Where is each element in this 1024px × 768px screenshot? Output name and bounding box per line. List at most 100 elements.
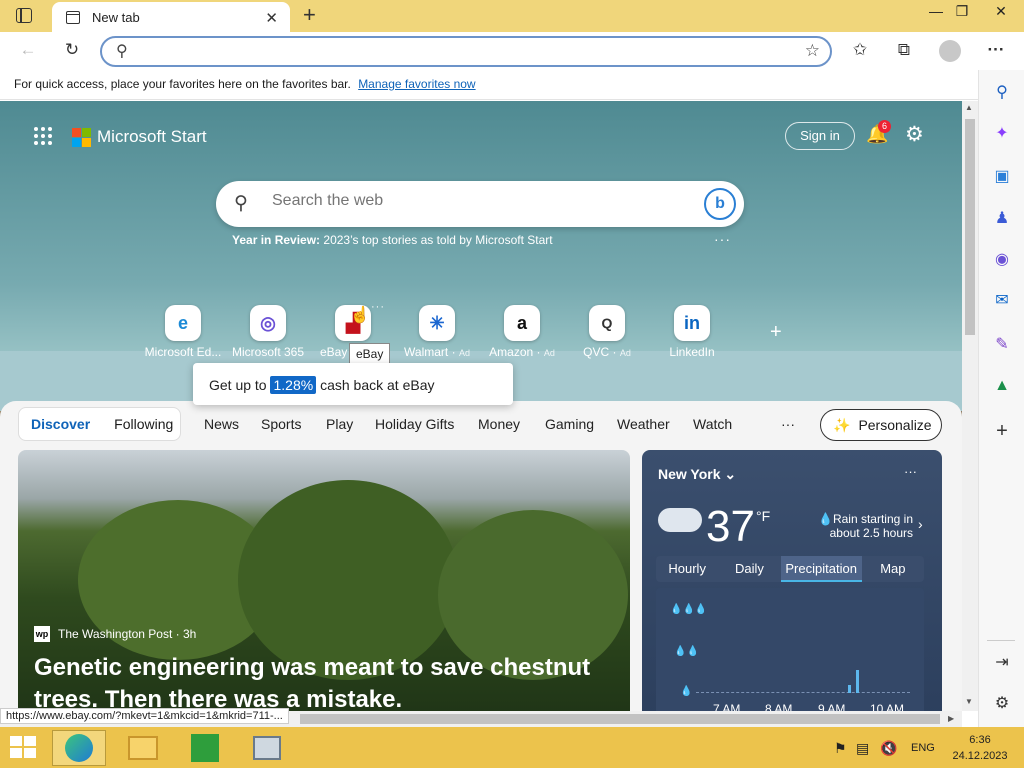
quick-link-walmart[interactable]: ✳ Walmart · Ad [397, 305, 477, 359]
search-icon: ⚲ [234, 193, 248, 214]
sidebar-settings-icon[interactable]: ⚙ [991, 693, 1013, 715]
add-quick-link-button[interactable]: + [770, 321, 782, 344]
weather-tab-map[interactable]: Map [862, 556, 924, 582]
windows-taskbar: ⚑ ▤ 🔇 ENG 6:36 24.12.2023 [0, 727, 1024, 768]
forecast-chevron-icon[interactable]: › [918, 516, 923, 532]
scroll-thumb[interactable] [965, 119, 975, 335]
search-more-icon[interactable]: ··· [714, 231, 731, 247]
sidebar-m365-icon[interactable]: ◉ [991, 249, 1013, 271]
new-tab-button[interactable]: + [303, 3, 316, 27]
status-url-bar: https://www.ebay.com/?mkevt=1&mkcid=1&mk… [0, 708, 289, 724]
microsoft-start-brand[interactable]: Microsoft Start [72, 127, 207, 147]
start-button[interactable] [10, 736, 36, 758]
quick-link-amazon[interactable]: a Amazon · Ad [482, 305, 562, 359]
article-source-text: The Washington Post · 3h [58, 627, 197, 641]
quick-link-m365[interactable]: ◎ Microsoft 365 [228, 305, 308, 359]
scroll-up-icon[interactable]: ▲ [965, 103, 973, 112]
sidebar-add-icon[interactable]: + [991, 420, 1013, 442]
precipitation-bar [856, 670, 859, 693]
add-favorite-icon[interactable]: ☆ [805, 41, 820, 61]
web-search-input[interactable] [272, 192, 672, 210]
vertical-scrollbar[interactable]: ▲ ▼ [962, 101, 978, 711]
quick-link-label: QVC · Ad [583, 345, 631, 359]
sidebar-outlook-icon[interactable]: ✉ [991, 290, 1013, 312]
quick-link-more-icon[interactable]: ··· [371, 301, 385, 313]
tab-actions-icon[interactable] [16, 8, 32, 23]
feed-nav-watch[interactable]: Watch [693, 416, 732, 432]
cloud-icon [658, 508, 702, 532]
tab-close-icon[interactable]: ✕ [265, 9, 278, 27]
feed-nav-gaming[interactable]: Gaming [545, 416, 594, 432]
favorites-icon[interactable]: ✩ [846, 36, 874, 64]
feed-nav-news[interactable]: News [204, 416, 239, 432]
year-in-review-text: 2023’s top stories as told by Microsoft … [323, 233, 553, 247]
sidebar-hide-icon[interactable]: ⇥ [991, 652, 1013, 674]
refresh-icon[interactable]: ↻ [58, 36, 86, 64]
apps-launcher-icon[interactable] [34, 127, 52, 145]
weather-tab-hourly[interactable]: Hourly [656, 556, 718, 582]
weather-location[interactable]: New York ⌄ [658, 466, 736, 483]
taskbar-file-explorer[interactable] [116, 730, 170, 766]
collections-icon[interactable]: ⧉ [890, 36, 918, 64]
close-window-button[interactable]: ✕ [979, 0, 1023, 24]
feed-nav-more-icon[interactable]: ··· [781, 416, 795, 432]
language-indicator[interactable]: ENG [911, 742, 935, 754]
precipitation-chart: 💧💧💧 💧💧 💧 7 AM 8 AM 9 AM 10 AM [656, 588, 924, 711]
sidebar-drop-icon[interactable]: ▲ [991, 375, 1013, 397]
sidebar-search-icon[interactable]: ⚲ [991, 82, 1013, 104]
weather-tab-daily[interactable]: Daily [718, 556, 780, 582]
back-icon[interactable]: ← [14, 36, 42, 64]
volume-icon[interactable]: 🔇 [880, 740, 897, 757]
weather-card[interactable]: New York ⌄ ··· 37 °F 💧Rain starting in a… [642, 450, 942, 711]
manage-favorites-link[interactable]: Manage favorites now [358, 77, 475, 91]
page-settings-gear-icon[interactable]: ⚙ [905, 122, 924, 147]
flag-icon[interactable]: ⚑ [834, 740, 847, 757]
bing-chat-icon[interactable]: b [704, 188, 736, 220]
profile-avatar[interactable] [939, 40, 961, 62]
article-headline[interactable]: Genetic engineering was meant to save ch… [34, 652, 614, 711]
year-in-review-link[interactable]: Year in Review: 2023’s top stories as to… [232, 233, 553, 247]
network-icon[interactable]: ▤ [856, 740, 869, 757]
feed-nav-weather[interactable]: Weather [617, 416, 670, 432]
feed-nav-sports[interactable]: Sports [261, 416, 301, 432]
quick-link-linkedin[interactable]: in LinkedIn [652, 305, 732, 359]
taskbar-monitor[interactable] [240, 730, 294, 766]
taskbar-edge-app[interactable] [52, 730, 106, 766]
tab-new-tab[interactable]: New tab ✕ [52, 2, 290, 32]
article-image-tree [238, 480, 458, 680]
sidebar-copilot-icon[interactable]: ✦ [991, 123, 1013, 145]
tab-following[interactable]: Following [102, 416, 185, 432]
feed-nav-money[interactable]: Money [478, 416, 520, 432]
personalize-button[interactable]: ✨ Personalize [820, 409, 942, 441]
address-bar[interactable]: ⚲ ☆ [100, 36, 832, 67]
walmart-icon: ✳ [419, 305, 455, 341]
scroll-down-icon[interactable]: ▼ [965, 697, 973, 706]
feed-nav-holiday-gifts[interactable]: Holiday Gifts [375, 416, 454, 432]
taskbar-store[interactable] [178, 730, 232, 766]
weather-tab-precipitation[interactable]: Precipitation [780, 556, 862, 582]
notifications-badge: 6 [878, 120, 891, 133]
quick-link-qvc[interactable]: Q QVC · Ad [567, 305, 647, 359]
new-tab-page: Microsoft Start Sign in 🔔 6 ⚙ ⚲ b Year i… [0, 101, 962, 711]
clock[interactable]: 6:36 24.12.2023 [948, 732, 1012, 764]
tab-discover[interactable]: Discover [19, 416, 102, 432]
restore-button[interactable]: ❐ [946, 0, 978, 24]
featured-article-card[interactable]: wp The Washington Post · 3h Genetic engi… [18, 450, 630, 711]
sign-in-button[interactable]: Sign in [785, 122, 855, 150]
scroll-right-icon[interactable]: ▶ [948, 714, 954, 723]
weather-more-icon[interactable]: ··· [904, 464, 917, 479]
resource-monitor-icon [253, 736, 281, 760]
ebay-cashback-popup[interactable]: Get up to 1.28% cash back at eBay [193, 363, 513, 405]
forecast-line-2: about 2.5 hours [829, 526, 913, 540]
sidebar-shopping-icon[interactable]: ▣ [991, 166, 1013, 188]
web-search-box[interactable]: ⚲ b [216, 181, 744, 227]
address-input[interactable] [142, 42, 762, 58]
address-search-icon: ⚲ [116, 43, 128, 60]
feed-nav-play[interactable]: Play [326, 416, 353, 432]
quick-link-edge[interactable]: e Microsoft Ed... [143, 305, 223, 359]
sidebar-games-icon[interactable]: ♟ [991, 208, 1013, 230]
quick-link-label: Microsoft 365 [231, 345, 305, 359]
hscroll-thumb[interactable] [300, 714, 940, 724]
settings-more-icon[interactable]: ··· [982, 36, 1010, 64]
sidebar-designer-icon[interactable]: ✎ [991, 334, 1013, 356]
